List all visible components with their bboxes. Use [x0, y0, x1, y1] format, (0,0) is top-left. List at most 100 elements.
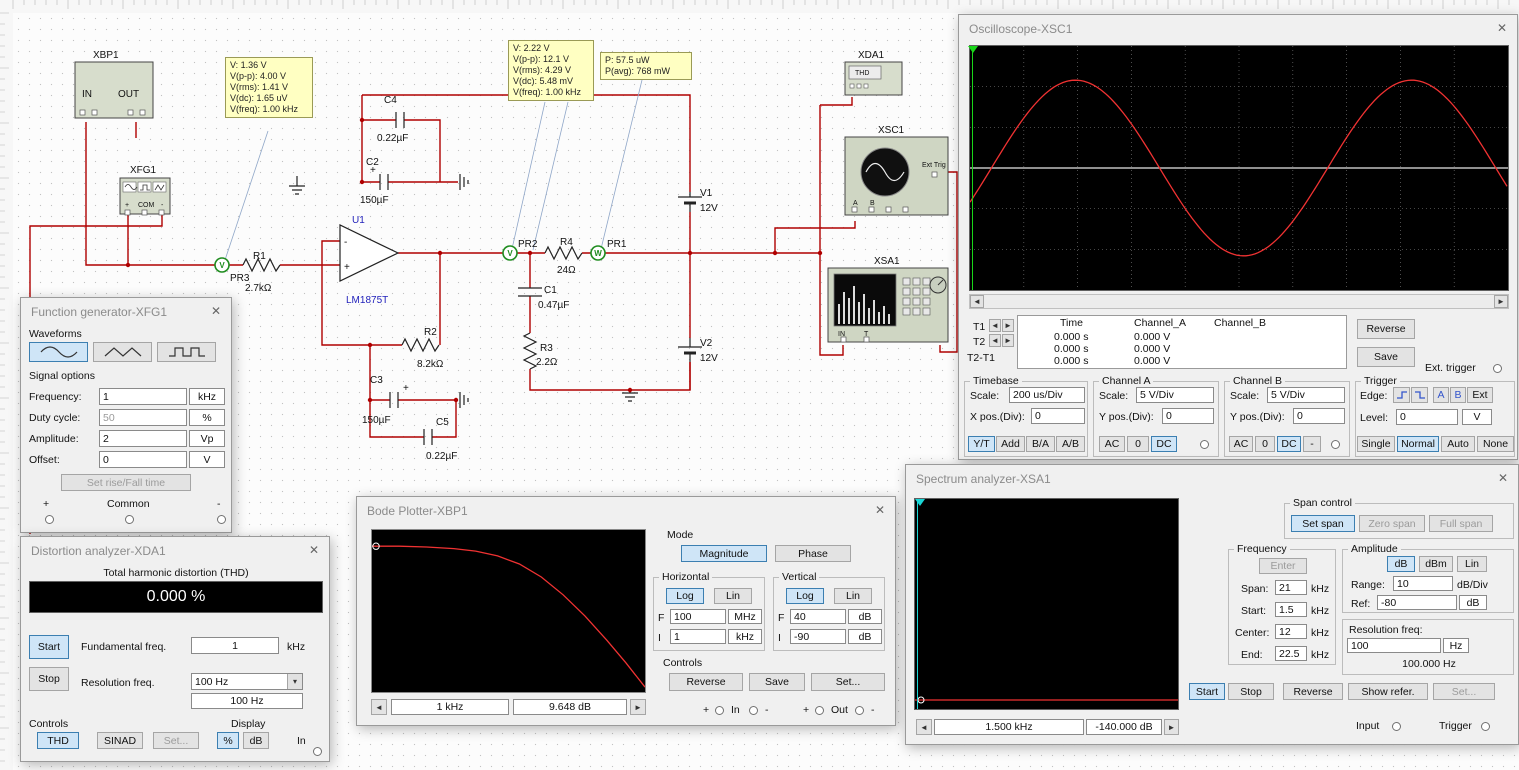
db-button[interactable]: dB	[243, 732, 269, 749]
single-button[interactable]: Single	[1357, 436, 1395, 452]
stop-button[interactable]: Stop	[1228, 683, 1274, 700]
falling-edge-button[interactable]	[1411, 387, 1428, 403]
dbm-button[interactable]: dBm	[1419, 556, 1453, 572]
normal-button[interactable]: Normal	[1397, 436, 1439, 452]
enter-button[interactable]: Enter	[1259, 558, 1307, 574]
close-icon[interactable]: ✕	[871, 501, 889, 519]
offset-unit[interactable]: V	[189, 451, 225, 468]
scroll-right-icon[interactable]: ►	[1494, 295, 1508, 308]
level-unit-field[interactable]: V	[1462, 409, 1492, 425]
spectrum-cursor-line[interactable]	[917, 499, 918, 709]
channel-a-radio[interactable]	[1200, 440, 1209, 449]
in-minus-radio[interactable]	[749, 706, 758, 715]
resolution-field[interactable]: 100	[1347, 638, 1441, 653]
scope-scrollbar[interactable]: ◄ ►	[969, 294, 1509, 309]
cursor-left-icon[interactable]: ◄	[371, 699, 387, 715]
frequency-field[interactable]: 1	[99, 388, 187, 405]
channel-b-minus-button[interactable]: -	[1303, 436, 1321, 452]
horizontal-i-field[interactable]: 1	[670, 629, 726, 644]
set-rise-fall-button[interactable]: Set rise/Fall time	[61, 474, 191, 491]
percent-button[interactable]: %	[217, 732, 239, 749]
center-field[interactable]: 12	[1275, 624, 1307, 639]
auto-button[interactable]: Auto	[1441, 436, 1475, 452]
t1-right-icon[interactable]: ►	[1002, 319, 1014, 332]
vertical-f-unit[interactable]: dB	[848, 609, 882, 624]
sine-wave-button[interactable]	[29, 342, 88, 362]
channel-a-scale-field[interactable]: 5 V/Div	[1136, 387, 1214, 403]
scope-cursor-line[interactable]	[972, 46, 973, 290]
scope-cursor-handle-icon[interactable]	[968, 46, 978, 53]
close-icon[interactable]: ✕	[1494, 469, 1512, 487]
zero-span-button[interactable]: Zero span	[1359, 515, 1425, 532]
lin-button[interactable]: Lin	[1457, 556, 1487, 572]
ref-field[interactable]: -80	[1377, 595, 1457, 610]
amplitude-unit[interactable]: Vp	[189, 430, 225, 447]
resolution-freq-select[interactable]: 100 Hz▾	[191, 673, 303, 690]
cursor-right-icon[interactable]: ►	[1164, 719, 1179, 735]
in-radio[interactable]	[313, 747, 322, 756]
trigger-b-button[interactable]: B	[1450, 387, 1466, 403]
amplitude-field[interactable]: 2	[99, 430, 187, 447]
t2-left-icon[interactable]: ◄	[989, 334, 1001, 347]
channel-a-ac-button[interactable]: AC	[1099, 436, 1125, 452]
ref-unit-field[interactable]: dB	[1459, 595, 1487, 610]
thd-button[interactable]: THD	[37, 732, 79, 749]
close-icon[interactable]: ✕	[1493, 19, 1511, 37]
square-wave-button[interactable]	[157, 342, 216, 362]
start-button[interactable]: Start	[29, 635, 69, 659]
resolution-unit-field[interactable]: Hz	[1443, 638, 1469, 653]
stop-button[interactable]: Stop	[29, 667, 69, 691]
range-field[interactable]: 10	[1393, 576, 1453, 591]
input-radio[interactable]	[1392, 722, 1401, 731]
ab-button[interactable]: A/B	[1056, 436, 1085, 452]
save-button[interactable]: Save	[749, 673, 805, 691]
horizontal-log-button[interactable]: Log	[666, 588, 704, 604]
vertical-i-unit[interactable]: dB	[848, 629, 882, 644]
channel-b-0-button[interactable]: 0	[1255, 436, 1275, 452]
scroll-left-icon[interactable]: ◄	[970, 295, 984, 308]
horizontal-lin-button[interactable]: Lin	[714, 588, 752, 604]
minus-terminal-radio[interactable]	[217, 515, 226, 524]
trigger-radio[interactable]	[1481, 722, 1490, 731]
yt-button[interactable]: Y/T	[968, 436, 995, 452]
out-minus-radio[interactable]	[855, 706, 864, 715]
reverse-button[interactable]: Reverse	[1357, 319, 1415, 339]
level-field[interactable]: 0	[1396, 409, 1458, 425]
duty-cycle-field[interactable]: 50	[99, 409, 187, 426]
add-button[interactable]: Add	[996, 436, 1025, 452]
magnitude-button[interactable]: Magnitude	[681, 545, 767, 562]
timebase-scale-field[interactable]: 200 us/Div	[1009, 387, 1085, 403]
horizontal-i-unit[interactable]: kHz	[728, 629, 762, 644]
sinad-button[interactable]: SINAD	[97, 732, 143, 749]
show-refer-button[interactable]: Show refer.	[1348, 683, 1428, 700]
reverse-button[interactable]: Reverse	[669, 673, 743, 691]
timebase-xpos-field[interactable]: 0	[1031, 408, 1085, 424]
set-button[interactable]: Set...	[811, 673, 885, 691]
close-icon[interactable]: ✕	[305, 541, 323, 559]
channel-a-0-button[interactable]: 0	[1127, 436, 1149, 452]
none-button[interactable]: None	[1477, 436, 1514, 452]
cursor-left-icon[interactable]: ◄	[916, 719, 932, 735]
triangle-wave-button[interactable]	[93, 342, 152, 362]
vertical-i-field[interactable]: -90	[790, 629, 846, 644]
channel-b-radio[interactable]	[1331, 440, 1340, 449]
vertical-log-button[interactable]: Log	[786, 588, 824, 604]
save-button[interactable]: Save	[1357, 347, 1415, 367]
probe-note-pr1[interactable]: P: 57.5 uW P(avg): 768 mW	[600, 52, 692, 80]
t1-left-icon[interactable]: ◄	[989, 319, 1001, 332]
vertical-lin-button[interactable]: Lin	[834, 588, 872, 604]
reverse-button[interactable]: Reverse	[1283, 683, 1343, 700]
end-field[interactable]: 22.5	[1275, 646, 1307, 661]
full-span-button[interactable]: Full span	[1429, 515, 1493, 532]
common-terminal-radio[interactable]	[125, 515, 134, 524]
fundamental-freq-field[interactable]: 1	[191, 637, 279, 654]
rising-edge-button[interactable]	[1393, 387, 1410, 403]
set-span-button[interactable]: Set span	[1291, 515, 1355, 532]
frequency-unit[interactable]: kHz	[189, 388, 225, 405]
channel-b-dc-button[interactable]: DC	[1277, 436, 1301, 452]
set-button[interactable]: Set...	[1433, 683, 1495, 700]
out-plus-radio[interactable]	[815, 706, 824, 715]
channel-b-scale-field[interactable]: 5 V/Div	[1267, 387, 1345, 403]
channel-b-ypos-field[interactable]: 0	[1293, 408, 1345, 424]
plus-terminal-radio[interactable]	[45, 515, 54, 524]
